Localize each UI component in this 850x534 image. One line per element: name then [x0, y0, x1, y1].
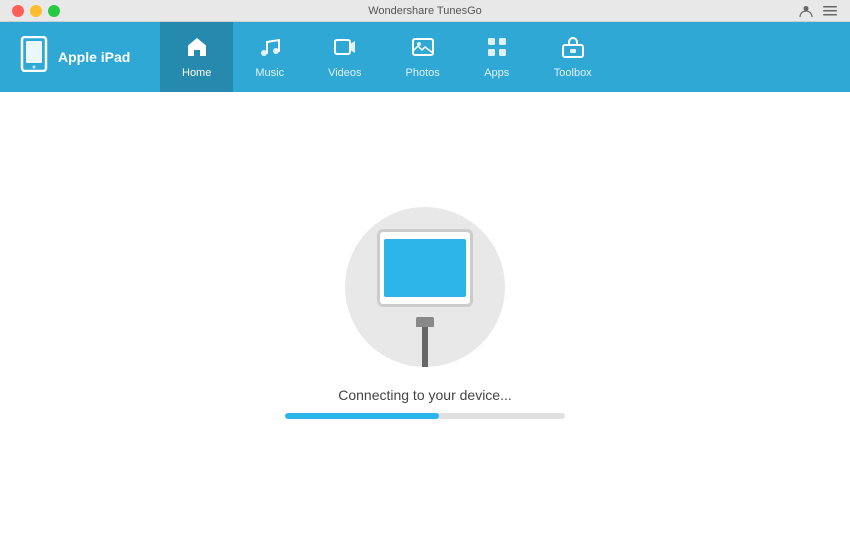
close-button[interactable]	[12, 5, 24, 17]
tab-videos[interactable]: Videos	[306, 22, 383, 92]
ipad-screen	[384, 239, 466, 297]
tab-music[interactable]: Music	[233, 22, 306, 92]
tab-home-label: Home	[182, 67, 211, 79]
music-icon	[258, 35, 282, 63]
minimize-button[interactable]	[30, 5, 42, 17]
tab-photos-label: Photos	[406, 67, 440, 79]
ipad-body	[377, 229, 473, 307]
device-illustration	[345, 207, 505, 367]
window-controls	[12, 5, 60, 17]
tab-home[interactable]: Home	[160, 22, 233, 92]
device-icon	[20, 36, 48, 79]
cable-container	[416, 317, 434, 367]
tab-apps-label: Apps	[484, 67, 509, 79]
tab-toolbox[interactable]: Toolbox	[532, 22, 614, 92]
progress-bar-fill	[285, 413, 439, 419]
apps-icon	[485, 35, 509, 63]
tab-videos-label: Videos	[328, 67, 361, 79]
nav-bar: Apple iPad Home Music	[0, 22, 850, 92]
title-bar: Wondershare TunesGo	[0, 0, 850, 22]
tab-apps[interactable]: Apps	[462, 22, 532, 92]
device-section: Apple iPad	[0, 22, 160, 92]
menu-icon[interactable]	[822, 3, 838, 19]
status-area: Connecting to your device...	[285, 387, 565, 419]
maximize-button[interactable]	[48, 5, 60, 17]
home-icon	[185, 35, 209, 63]
photos-icon	[411, 35, 435, 63]
tab-music-label: Music	[255, 67, 284, 79]
status-text: Connecting to your device...	[338, 387, 512, 403]
tab-toolbox-label: Toolbox	[554, 67, 592, 79]
nav-tabs: Home Music Videos	[160, 22, 850, 92]
progress-bar-container	[285, 413, 565, 419]
toolbox-icon	[561, 35, 585, 63]
title-bar-icons	[798, 3, 838, 19]
app-title: Wondershare TunesGo	[368, 5, 482, 17]
cable-line	[422, 327, 428, 367]
main-content: Connecting to your device...	[0, 92, 850, 534]
tab-photos[interactable]: Photos	[384, 22, 462, 92]
cable-connector	[416, 317, 434, 327]
device-name: Apple iPad	[58, 49, 130, 65]
videos-icon	[333, 35, 357, 63]
user-icon[interactable]	[798, 3, 814, 19]
